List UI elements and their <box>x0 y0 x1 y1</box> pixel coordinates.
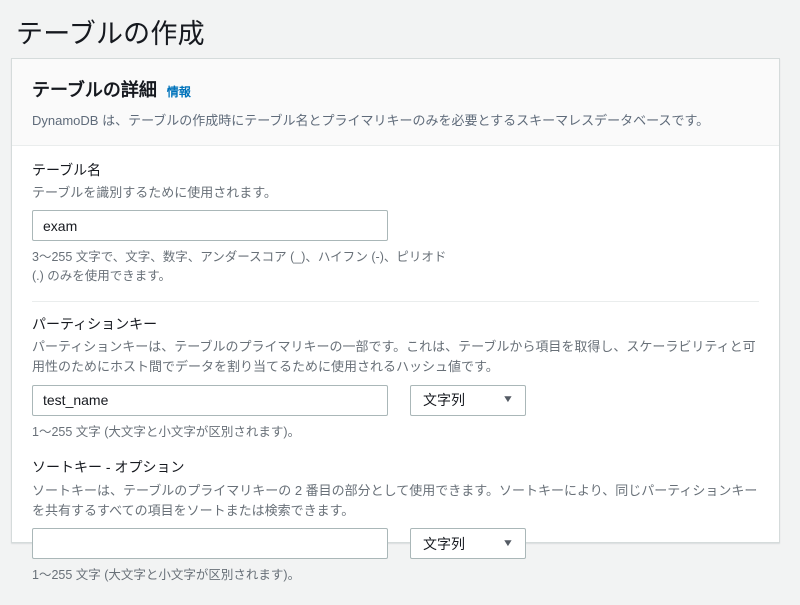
sort-key-input[interactable] <box>32 528 388 560</box>
partition-key-input[interactable] <box>32 384 388 416</box>
sort-key-section: ソートキー - オプション ソートキーは、テーブルのプライマリキーの 2 番目の… <box>32 458 759 585</box>
create-table-page: テーブルの作成 <box>0 0 800 51</box>
table-name-section: テーブル名 テーブルを識別するために使用されます。 3～255 文字で、文字、数… <box>32 161 759 286</box>
sort-key-constraint: 1～255 文字 (大文字と小文字が区別されます)。 <box>32 568 301 583</box>
sort-key-label: ソートキー - オプション <box>32 459 185 476</box>
panel-body: テーブル名 テーブルを識別するために使用されます。 3～255 文字で、文字、数… <box>12 146 779 605</box>
sort-key-type-value: 文字列 <box>423 535 465 552</box>
panel-title: テーブルの詳細 <box>32 80 157 100</box>
info-link[interactable]: 情報 <box>167 83 191 100</box>
section-divider <box>32 300 759 302</box>
panel-header: テーブルの詳細 情報 DynamoDB は、テーブルの作成時にテーブル名とプライ… <box>12 59 779 146</box>
page-title: テーブルの作成 <box>16 19 205 49</box>
sort-key-type-select[interactable]: 文字列 ▼ <box>410 528 526 560</box>
sort-key-description: ソートキーは、テーブルのプライマリキーの 2 番目の部分として使用できます。ソー… <box>32 482 758 519</box>
partition-key-type-value: 文字列 <box>423 392 465 409</box>
panel-description: DynamoDB は、テーブルの作成時にテーブル名とプライマリキーのみを必要とす… <box>32 113 710 128</box>
partition-key-description: パーティションキーは、テーブルのプライマリキーの一部です。これは、テーブルから項… <box>32 339 756 375</box>
partition-key-type-select[interactable]: 文字列 ▼ <box>410 384 526 416</box>
partition-key-constraint: 1～255 文字 (大文字と小文字が区別されます)。 <box>32 424 301 439</box>
partition-key-label: パーティションキー <box>32 315 158 332</box>
chevron-down-icon: ▼ <box>501 537 515 549</box>
table-details-panel: テーブルの詳細 情報 DynamoDB は、テーブルの作成時にテーブル名とプライ… <box>11 58 780 582</box>
table-name-input[interactable] <box>32 210 388 242</box>
table-name-label: テーブル名 <box>32 161 102 178</box>
chevron-down-icon: ▼ <box>501 394 515 406</box>
table-name-constraint: 3～255 文字で、文字、数字、アンダースコア (_)、ハイフン (-)、ピリオ… <box>32 250 447 283</box>
partition-key-section: パーティションキー パーティションキーは、テーブルのプライマリキーの一部です。こ… <box>32 315 759 442</box>
table-name-description: テーブルを識別するために使用されます。 <box>32 185 277 201</box>
